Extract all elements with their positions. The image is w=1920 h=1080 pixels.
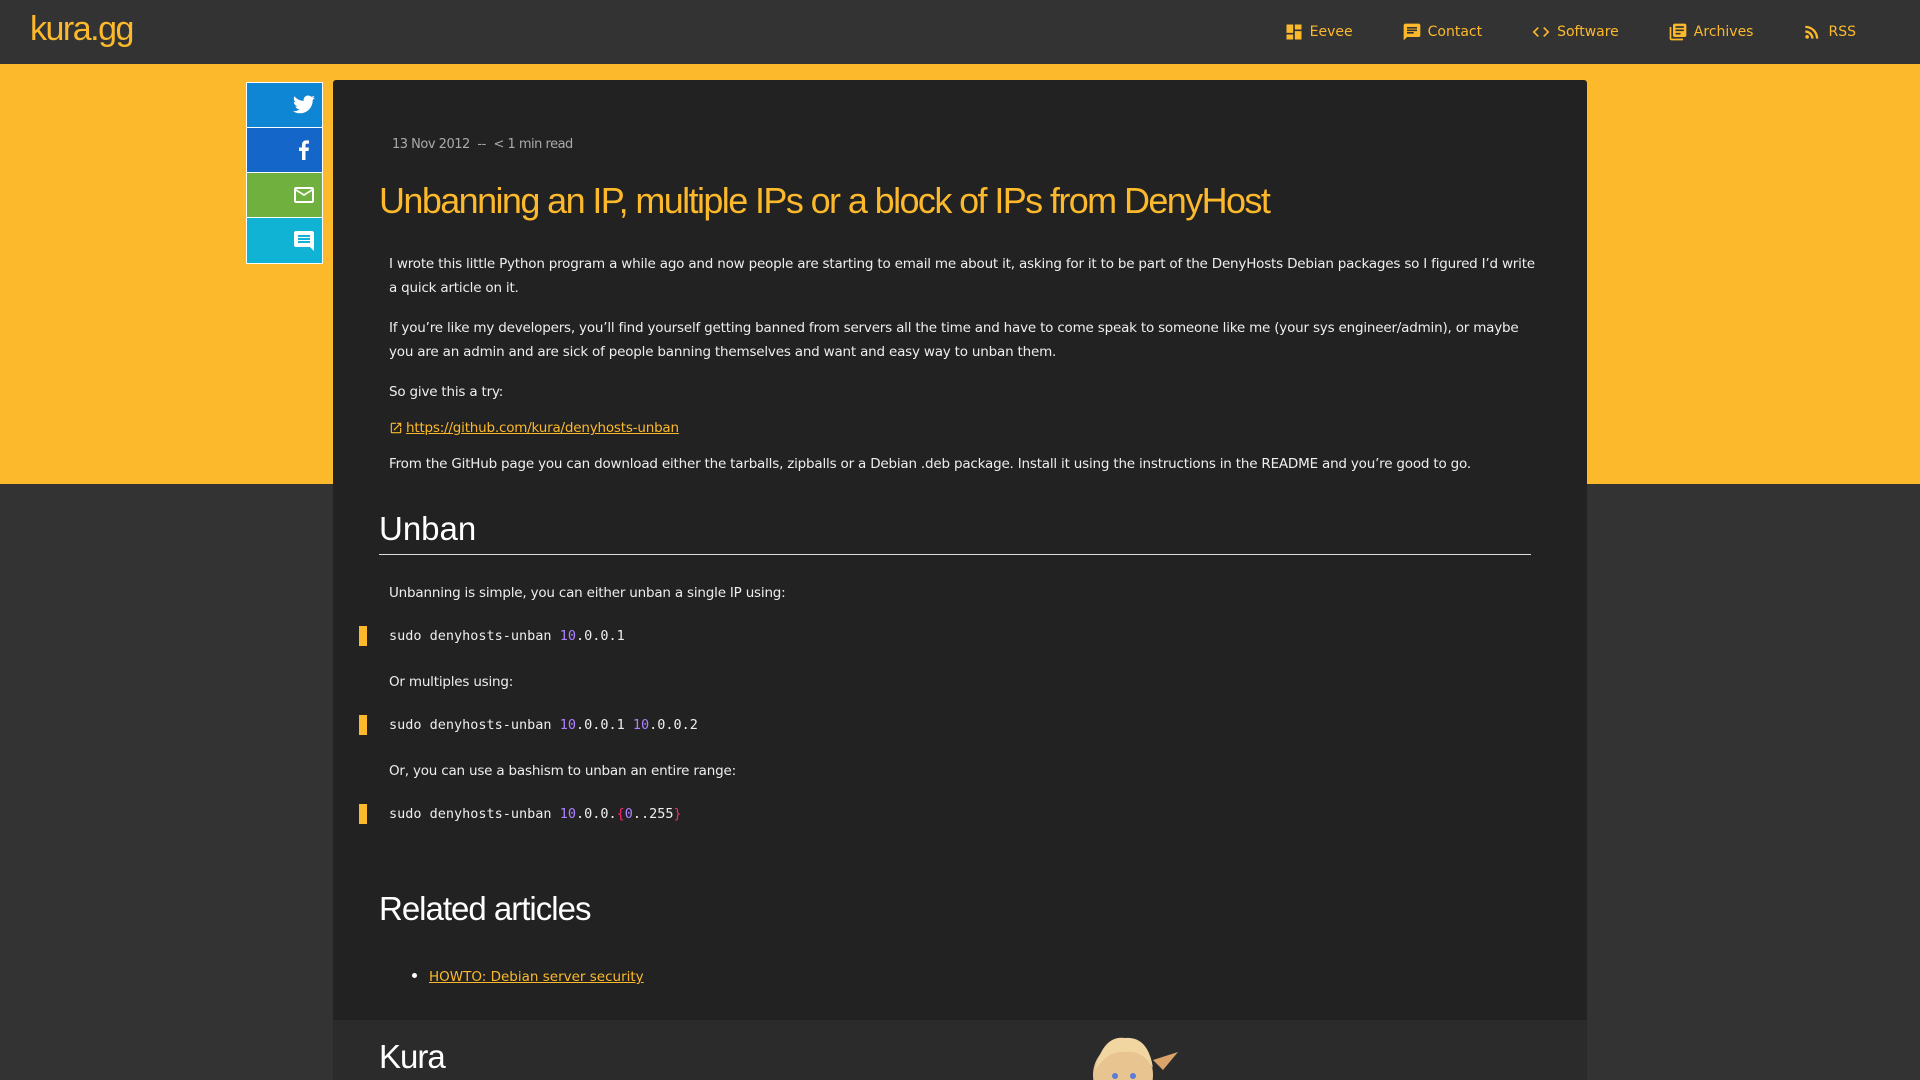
code-line: sudo denyhosts-unban 10.0.0.1 10.0.0.2 <box>389 717 698 733</box>
nav-item-software[interactable]: Software <box>1531 22 1619 42</box>
share-email-button[interactable] <box>247 173 322 218</box>
article-title: Unbanning an IP, multiple IPs or a block… <box>379 180 1271 221</box>
nav-item-rss[interactable]: RSS <box>1802 22 1856 42</box>
share-twitter-button[interactable] <box>247 83 322 128</box>
github-link-line: https://github.com/kura/denyhosts-unban <box>389 420 1539 436</box>
share-comment-button[interactable] <box>247 218 322 263</box>
post-date: 13 Nov 2012 <box>392 137 470 152</box>
code-marker <box>359 626 367 646</box>
site-logo[interactable]: kura.gg <box>30 10 134 49</box>
facebook-icon <box>299 140 309 160</box>
meta-separator: -- <box>477 137 486 152</box>
nav-item-eevee[interactable]: Eevee <box>1284 22 1353 42</box>
code-block-multiple: sudo denyhosts-unban 10.0.0.1 10.0.0.2 <box>359 715 698 735</box>
twitter-icon <box>293 95 315 114</box>
multiples-text: Or multiples using: <box>389 674 514 690</box>
github-link[interactable]: https://github.com/kura/denyhosts-unban <box>406 420 679 436</box>
main-nav: Eevee Contact Software Archives RSS <box>1235 0 1856 64</box>
paragraph: So give this a try: <box>389 384 504 400</box>
nav-label: RSS <box>1828 24 1856 40</box>
share-facebook-button[interactable] <box>247 128 322 173</box>
author-avatar <box>1053 1030 1193 1080</box>
library-icon <box>1669 23 1687 41</box>
article-card: 13 Nov 2012 -- < 1 min read Unbanning an… <box>333 80 1587 1080</box>
code-block-single: sudo denyhosts-unban 10.0.0.1 <box>359 626 625 646</box>
code-block-range: sudo denyhosts-unban 10.0.0.{0..255} <box>359 804 682 824</box>
range-text: Or, you can use a bashism to unban an en… <box>389 763 736 779</box>
code-marker <box>359 804 367 824</box>
nav-label: Contact <box>1427 24 1483 40</box>
author-section <box>333 1020 1587 1080</box>
top-navbar: kura.gg Eevee Contact Software Archives … <box>0 0 1920 64</box>
chat-icon <box>1403 23 1420 41</box>
email-icon <box>294 187 314 203</box>
rss-icon <box>1805 25 1819 39</box>
section-heading-unban: Unban <box>379 510 1531 555</box>
comment-icon <box>294 230 314 251</box>
nav-label: Eevee <box>1309 24 1353 40</box>
related-article-link[interactable]: HOWTO: Debian server security <box>429 969 644 985</box>
nav-label: Software <box>1557 24 1619 40</box>
code-marker <box>359 715 367 735</box>
nav-item-archives[interactable]: Archives <box>1668 22 1754 42</box>
article-meta: 13 Nov 2012 -- < 1 min read <box>392 137 577 152</box>
unban-intro: Unbanning is simple, you can either unba… <box>389 585 786 601</box>
code-line: sudo denyhosts-unban 10.0.0.{0..255} <box>389 806 682 822</box>
code-icon <box>1532 27 1550 37</box>
read-time: < 1 min read <box>493 137 573 152</box>
related-articles-list: HOWTO: Debian server security <box>429 966 644 985</box>
dashboard-icon <box>1286 24 1302 40</box>
code-line: sudo denyhosts-unban 10.0.0.1 <box>389 628 625 644</box>
paragraph: From the GitHub page you can download ei… <box>389 456 1471 472</box>
list-item: HOWTO: Debian server security <box>429 966 644 985</box>
paragraph: If you’re like my developers, you’ll fin… <box>389 320 1519 360</box>
nav-label: Archives <box>1693 24 1754 40</box>
nav-item-contact[interactable]: Contact <box>1402 22 1482 42</box>
paragraph: I wrote this little Python program a whi… <box>389 256 1535 296</box>
external-link-icon <box>390 422 402 434</box>
related-articles-heading: Related articles <box>379 890 591 927</box>
author-heading: Kura <box>379 1038 446 1075</box>
article-body: I wrote this little Python program a whi… <box>389 252 1539 492</box>
share-bar <box>246 82 323 264</box>
